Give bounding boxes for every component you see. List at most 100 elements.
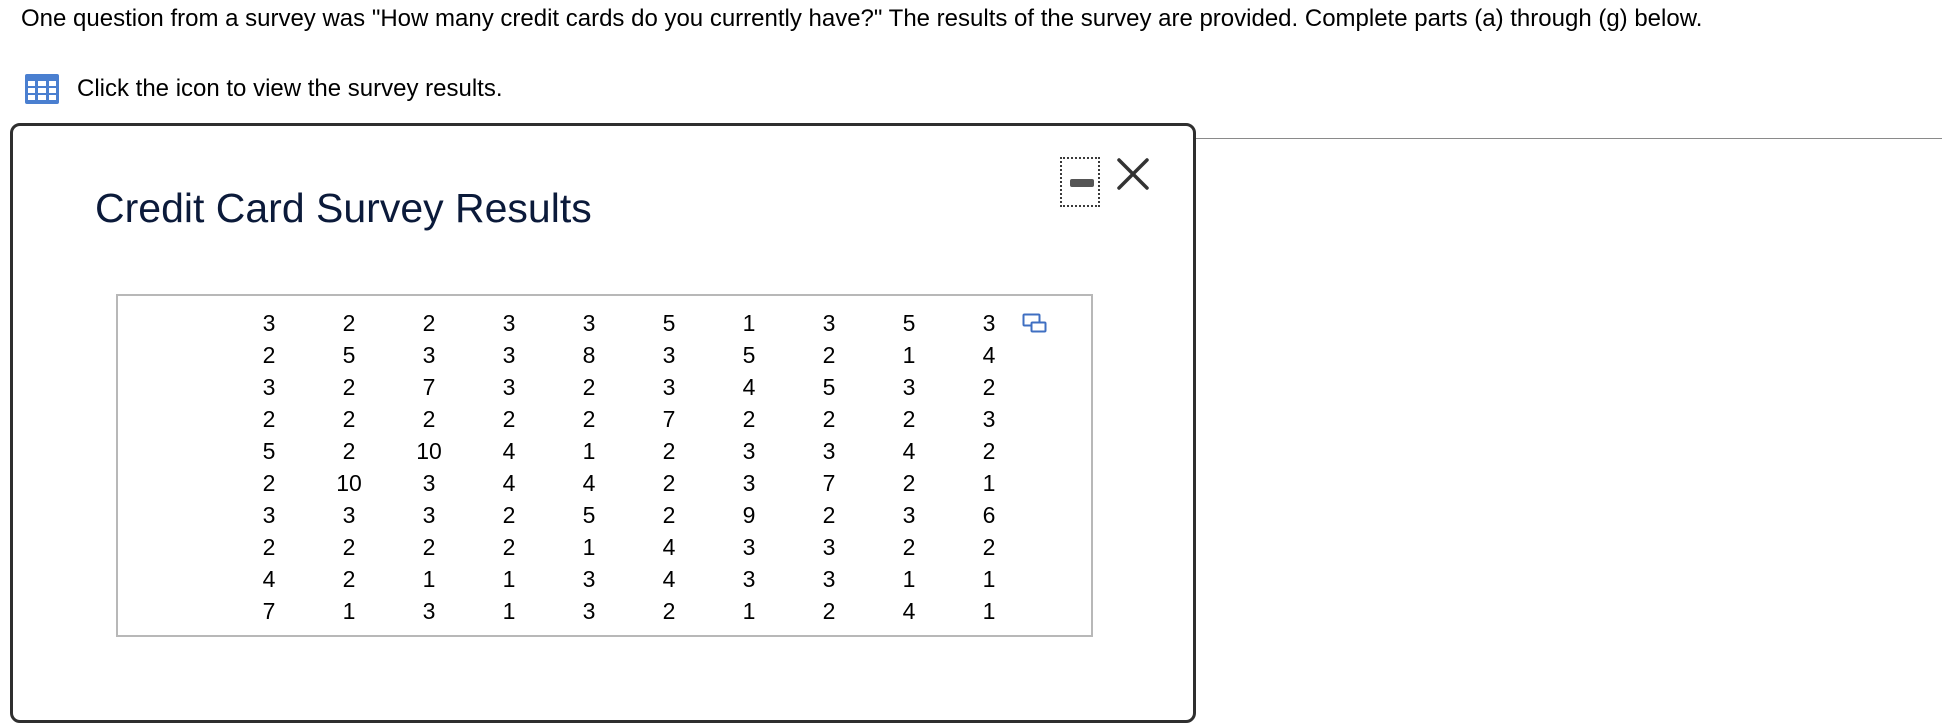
table-cell: 2 [982, 374, 996, 400]
table-cell: 1 [902, 566, 916, 592]
table-cell: 1 [982, 566, 996, 592]
divider-line [1196, 138, 1942, 139]
table-cell: 2 [262, 470, 276, 496]
table-cell: 2 [822, 342, 836, 368]
table-cell: 1 [902, 342, 916, 368]
table-cell: 3 [822, 566, 836, 592]
table-cell: 4 [742, 374, 756, 400]
table-cell: 3 [742, 566, 756, 592]
table-cell: 2 [342, 438, 356, 464]
table-cell: 2 [422, 534, 436, 560]
table-cell: 2 [342, 534, 356, 560]
table-row: 3 2 2 3 3 5 1 3 5 3 [229, 307, 1029, 339]
table-cell: 2 [662, 438, 676, 464]
survey-data-table: 3223351353253383521432732345322222272223… [229, 307, 1029, 627]
table-cell: 2 [822, 598, 836, 624]
table-row: 2 2 2 2 2 7 2 2 2 3 [229, 403, 1029, 435]
table-cell: 3 [502, 310, 516, 336]
table-cell: 4 [662, 534, 676, 560]
table-cell: 2 [662, 598, 676, 624]
table-cell: 3 [902, 502, 916, 528]
table-cell: 1 [502, 566, 516, 592]
table-cell: 2 [902, 534, 916, 560]
table-cell: 3 [822, 534, 836, 560]
table-cell: 7 [822, 470, 836, 496]
table-cell: 2 [982, 534, 996, 560]
table-cell: 3 [422, 470, 436, 496]
table-cell: 4 [262, 566, 276, 592]
table-cell: 3 [262, 310, 276, 336]
table-cell: 2 [342, 374, 356, 400]
table-cell: 1 [342, 598, 356, 624]
table-cell: 3 [422, 598, 436, 624]
table-cell: 3 [902, 374, 916, 400]
table-cell: 3 [422, 342, 436, 368]
table-row: 2 2 2 2 1 4 3 3 2 2 [229, 531, 1029, 563]
table-cell: 3 [982, 406, 996, 432]
table-cell: 3 [822, 438, 836, 464]
table-cell: 2 [902, 470, 916, 496]
table-cell: 2 [822, 502, 836, 528]
table-cell: 3 [822, 310, 836, 336]
table-cell: 1 [982, 598, 996, 624]
table-cell: 8 [582, 342, 596, 368]
table-cell: 3 [502, 342, 516, 368]
table-row: 5 2 10 4 1 2 3 3 4 2 [229, 435, 1029, 467]
table-grid-icon[interactable] [24, 73, 60, 105]
table-cell: 2 [982, 438, 996, 464]
table-cell: 4 [582, 470, 596, 496]
table-cell: 2 [342, 310, 356, 336]
table-cell: 5 [822, 374, 836, 400]
table-row: 2 10 3 4 4 2 3 7 2 1 [229, 467, 1029, 499]
table-cell: 2 [662, 502, 676, 528]
close-icon[interactable] [1113, 154, 1153, 194]
table-cell: 2 [262, 406, 276, 432]
table-cell: 2 [742, 406, 756, 432]
table-cell: 2 [662, 470, 676, 496]
data-table-container: 3223351353253383521432732345322222272223… [116, 294, 1093, 637]
table-cell: 5 [582, 502, 596, 528]
table-cell: 2 [822, 406, 836, 432]
view-data-link[interactable]: Click the icon to view the survey result… [24, 72, 503, 106]
table-cell: 3 [982, 310, 996, 336]
table-cell: 3 [342, 502, 356, 528]
table-cell: 5 [342, 342, 356, 368]
table-cell: 1 [582, 534, 596, 560]
table-cell: 3 [742, 438, 756, 464]
table-cell: 4 [502, 438, 516, 464]
table-cell: 2 [262, 342, 276, 368]
table-cell: 5 [262, 438, 276, 464]
table-cell: 7 [662, 406, 676, 432]
table-cell: 4 [982, 342, 996, 368]
minimize-icon [1070, 179, 1094, 187]
table-cell: 2 [502, 502, 516, 528]
table-row: 2 5 3 3 8 3 5 2 1 4 [229, 339, 1029, 371]
table-cell: 9 [742, 502, 756, 528]
table-cell: 3 [662, 374, 676, 400]
view-data-label[interactable]: Click the icon to view the survey result… [77, 74, 503, 104]
table-cell: 3 [262, 374, 276, 400]
table-cell: 2 [582, 374, 596, 400]
table-cell: 7 [262, 598, 276, 624]
table-cell: 6 [982, 502, 996, 528]
question-text: One question from a survey was "How many… [21, 5, 1703, 32]
table-row: 4 2 1 1 3 4 3 3 1 1 [229, 563, 1029, 595]
data-table-body: 3223351353253383521432732345322222272223… [229, 307, 1029, 627]
table-cell: 2 [422, 310, 436, 336]
table-cell: 3 [742, 534, 756, 560]
table-cell: 4 [662, 566, 676, 592]
table-cell: 4 [902, 598, 916, 624]
table-cell: 7 [422, 374, 436, 400]
table-cell: 3 [262, 502, 276, 528]
table-cell: 2 [582, 406, 596, 432]
minimize-button[interactable] [1060, 157, 1100, 207]
table-cell: 4 [502, 470, 516, 496]
table-row: 3 3 3 2 5 2 9 2 3 6 [229, 499, 1029, 531]
table-cell: 10 [336, 470, 362, 496]
table-cell: 1 [982, 470, 996, 496]
table-cell: 1 [742, 310, 756, 336]
table-cell: 1 [582, 438, 596, 464]
table-cell: 3 [502, 374, 516, 400]
copy-data-icon[interactable] [1022, 311, 1048, 337]
table-cell: 2 [502, 534, 516, 560]
